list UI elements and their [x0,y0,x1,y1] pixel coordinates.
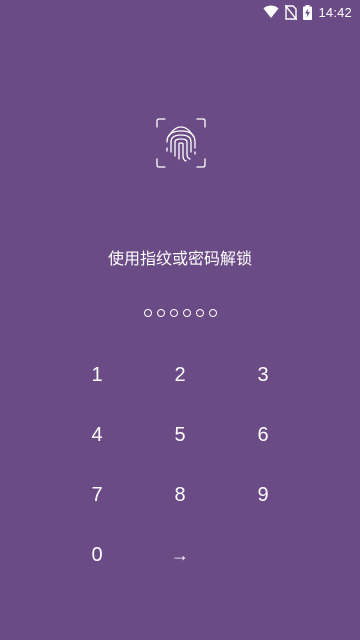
key-0[interactable]: 0 [55,525,139,585]
key-4[interactable]: 4 [55,405,139,465]
pin-indicator [0,309,360,317]
status-icons: 14:42 [263,0,352,24]
key-1[interactable]: 1 [55,345,139,405]
wifi-icon [263,5,279,19]
battery-charging-icon [303,4,313,20]
pin-dot [156,309,165,317]
key-8[interactable]: 8 [138,465,222,525]
fingerprint-icon[interactable] [156,118,206,168]
pin-dot [182,309,191,317]
status-bar: 14:42 [0,0,360,24]
key-3[interactable]: 3 [221,345,305,405]
key-9[interactable]: 9 [221,465,305,525]
key-7[interactable]: 7 [55,465,139,525]
pin-dot [208,309,217,317]
status-time: 14:42 [318,4,352,20]
no-sim-icon [285,4,298,20]
enter-arrow-button[interactable]: → [138,525,222,585]
pin-dot [169,309,178,317]
key-6[interactable]: 6 [221,405,305,465]
key-5[interactable]: 5 [138,405,222,465]
numeric-keypad: 1 2 3 4 5 6 7 8 9 0 → [55,345,305,585]
pin-dot [143,309,152,317]
pin-dot [195,309,204,317]
unlock-prompt: 使用指纹或密码解锁 [107,249,252,268]
key-2[interactable]: 2 [138,345,222,405]
